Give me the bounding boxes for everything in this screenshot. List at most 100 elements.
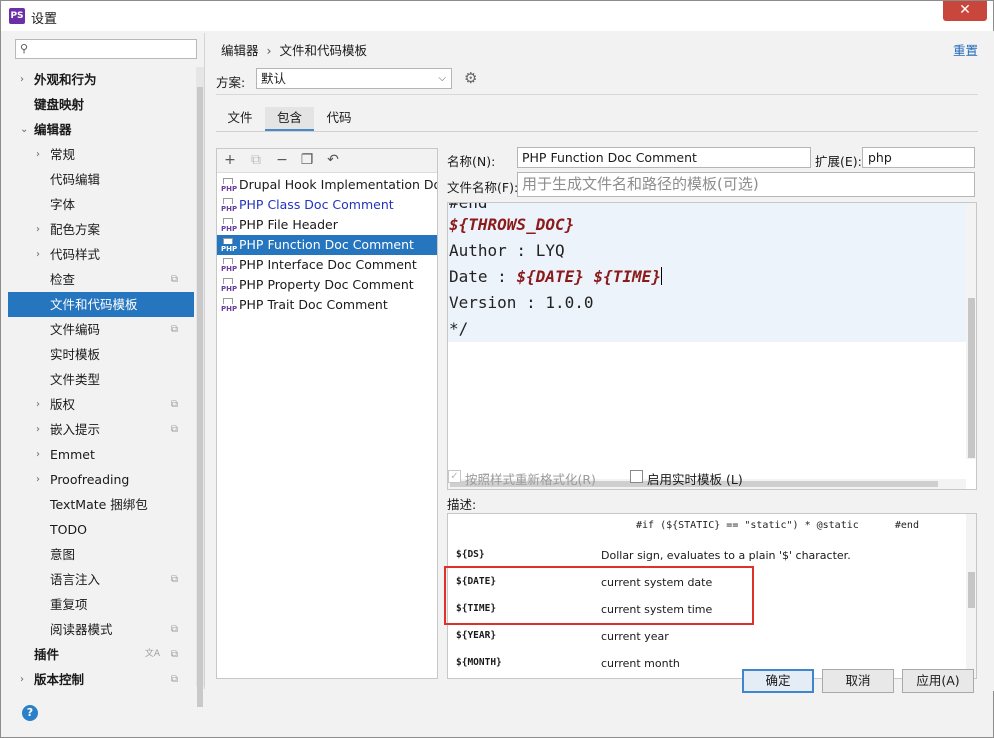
template-name: PHP Class Doc Comment — [239, 197, 394, 212]
php-file-icon: PHP — [221, 278, 237, 293]
sidebar-item[interactable]: ⌄ 编辑器 — [8, 117, 194, 142]
chevron-right-icon[interactable]: › — [20, 67, 30, 92]
sidebar-item[interactable]: 文件和代码模板 — [8, 292, 194, 317]
settings-search-input[interactable]: ⚲ — [15, 39, 197, 59]
title-bar: PS 设置 ✕ — [1, 1, 993, 31]
sidebar-item[interactable]: › 配色方案 — [8, 217, 194, 242]
copy-icon: ⧉ — [170, 574, 178, 585]
sidebar-item[interactable]: › 版本控制 ⧉ — [8, 667, 194, 692]
sidebar-item-label: TODO — [50, 522, 87, 537]
sidebar-item[interactable]: › 外观和行为 — [8, 67, 194, 92]
code-variable: ${DATE} — [516, 267, 584, 286]
remove-icon[interactable]: − — [273, 151, 291, 169]
scheme-dropdown[interactable]: 默认 ⌵ — [256, 68, 452, 89]
template-code-editor[interactable]: #end ${THROWS_DOC} Author : LYQ Date : $… — [447, 202, 977, 490]
sidebar-item[interactable]: TextMate 捆绑包 — [8, 492, 194, 517]
sidebar-item[interactable]: 实时模板 — [8, 342, 194, 367]
sidebar-item-label: 检查 — [50, 272, 76, 287]
php-file-icon: PHP — [221, 238, 237, 253]
chevron-right-icon[interactable]: › — [36, 217, 46, 242]
sidebar-item[interactable]: TODO — [8, 517, 194, 542]
code-text: Author : LYQ — [449, 241, 565, 260]
template-list-item[interactable]: PHP Drupal Hook Implementation Doc — [217, 175, 437, 195]
template-list-item[interactable]: PHP PHP Property Doc Comment — [217, 275, 437, 295]
editor-vertical-scrollbar[interactable] — [966, 203, 976, 459]
template-list-item[interactable]: PHP PHP Class Doc Comment — [217, 195, 437, 215]
php-file-icon: PHP — [221, 198, 237, 213]
chevron-right-icon[interactable]: › — [36, 392, 46, 417]
sidebar-item[interactable]: 字体 — [8, 192, 194, 217]
cancel-button[interactable]: 取消 — [822, 669, 894, 693]
tab-files[interactable]: 文件 — [220, 107, 260, 132]
breadcrumb: 编辑器 › 文件和代码模板 — [221, 40, 367, 59]
sidebar-item-label: 插件 — [34, 647, 60, 662]
breadcrumb-file-templates: 文件和代码模板 — [279, 43, 368, 58]
chevron-right-icon[interactable]: › — [20, 667, 30, 692]
breadcrumb-separator: › — [266, 43, 272, 58]
reset-link[interactable]: 重置 — [953, 40, 978, 59]
template-list-item[interactable]: PHP PHP Function Doc Comment — [217, 235, 437, 255]
chevron-right-icon[interactable]: › — [36, 417, 46, 442]
chevron-right-icon[interactable]: › — [36, 467, 46, 492]
translate-icon: 文A — [144, 649, 160, 659]
chevron-right-icon[interactable]: › — [36, 242, 46, 267]
name-input[interactable]: PHP Function Doc Comment — [517, 147, 811, 168]
template-list-item[interactable]: PHP PHP Trait Doc Comment — [217, 295, 437, 315]
extension-input[interactable]: php — [862, 147, 975, 168]
sidebar-item[interactable]: › 嵌入提示 ⧉ — [8, 417, 194, 442]
settings-dialog: PS 设置 ✕ ⚲ › 外观和行为 键盘映射 ⌄ 编辑器 › 常规 代码编辑 字体 › 配色方案 › 代… — [0, 0, 994, 738]
phpstorm-logo-icon: PS — [9, 8, 25, 24]
template-name: PHP File Header — [239, 217, 338, 232]
chevron-right-icon[interactable]: › — [36, 442, 46, 467]
sidebar-item[interactable]: › Emmet — [8, 442, 194, 467]
template-list-item[interactable]: PHP PHP Interface Doc Comment — [217, 255, 437, 275]
php-file-icon: PHP — [221, 298, 237, 313]
sidebar-item-label: 版权 — [50, 397, 76, 412]
sidebar-item[interactable]: › 常规 — [8, 142, 194, 167]
chevron-down-icon[interactable]: ⌄ — [20, 117, 30, 142]
variable-name: ${MONTH} — [456, 657, 502, 668]
template-name: PHP Interface Doc Comment — [239, 257, 417, 272]
sidebar-item[interactable]: 文件类型 — [8, 367, 194, 392]
live-template-checkbox[interactable] — [630, 470, 643, 483]
sidebar-item[interactable]: 代码编辑 — [8, 167, 194, 192]
sidebar-item[interactable]: › 版权 ⧉ — [8, 392, 194, 417]
tab-includes[interactable]: 包含 — [265, 107, 314, 132]
sidebar-item[interactable]: 意图 — [8, 542, 194, 567]
revert-icon[interactable]: ↶ — [324, 151, 342, 169]
sidebar-item-label: 嵌入提示 — [50, 422, 101, 437]
reformat-checkbox[interactable]: ✓ — [448, 470, 461, 483]
template-list-item[interactable]: PHP PHP File Header — [217, 215, 437, 235]
help-icon[interactable]: ? — [22, 705, 38, 721]
ok-button[interactable]: 确定 — [742, 669, 814, 693]
sidebar-item-label: 字体 — [50, 197, 76, 212]
sidebar-item[interactable]: 阅读器模式 ⧉ — [8, 617, 194, 642]
chevron-right-icon[interactable]: › — [36, 142, 46, 167]
scheme-label: 方案: — [216, 75, 246, 90]
add-icon[interactable]: + — [221, 151, 239, 169]
description-scrollbar[interactable] — [966, 514, 976, 678]
duplicate-icon[interactable]: ❐ — [298, 151, 316, 169]
code-variable: ${TIME} — [593, 267, 661, 286]
variable-description: current month — [601, 657, 680, 670]
close-button[interactable]: ✕ — [943, 1, 987, 21]
sidebar-scrollbar[interactable] — [196, 67, 204, 707]
sidebar-item[interactable]: 文件编码 ⧉ — [8, 317, 194, 342]
variable-description: Dollar sign, evaluates to a plain '$' ch… — [601, 549, 851, 562]
sidebar-item[interactable]: 检查 ⧉ — [8, 267, 194, 292]
sidebar-item-label: 代码样式 — [50, 247, 101, 262]
sidebar-item[interactable]: › 代码样式 — [8, 242, 194, 267]
sidebar-item[interactable]: › Proofreading — [8, 467, 194, 492]
sidebar-item-label: 文件编码 — [50, 322, 101, 337]
filename-input[interactable]: 用于生成文件名和路径的模板(可选) — [517, 172, 975, 197]
sidebar-item[interactable]: 重复项 — [8, 592, 194, 617]
tab-code[interactable]: 代码 — [319, 107, 359, 132]
sidebar-item[interactable]: 语言注入 ⧉ — [8, 567, 194, 592]
sidebar-item-label: 代码编辑 — [50, 172, 101, 187]
sidebar-item[interactable]: 键盘映射 — [8, 92, 194, 117]
gear-icon[interactable]: ⚙ — [464, 69, 477, 87]
apply-button[interactable]: 应用(A) — [902, 669, 974, 693]
copy-template-icon[interactable]: ⧉ — [247, 151, 265, 169]
sidebar-item[interactable]: 插件 ⧉ 文A — [8, 642, 194, 667]
live-template-label: 启用实时模板 (L) — [647, 472, 743, 487]
